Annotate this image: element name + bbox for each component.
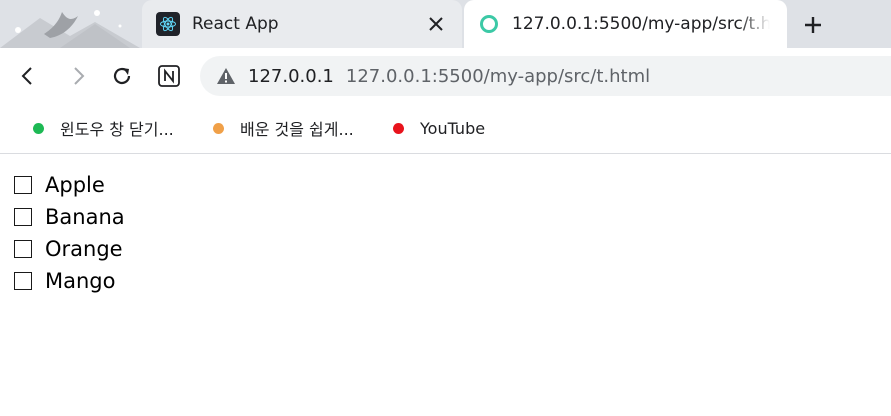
warning-icon[interactable] <box>216 66 236 86</box>
plus-icon <box>805 17 821 33</box>
fruit-checklist: Apple Banana Orange Mango <box>14 169 125 297</box>
notion-icon <box>158 65 180 87</box>
bookmark-item[interactable]: 윈도우 창 닫기... <box>33 117 174 139</box>
forward-arrow-icon <box>74 67 85 85</box>
fruit-item[interactable]: Orange <box>14 233 125 265</box>
notion-extension-button[interactable] <box>155 62 183 90</box>
back-button[interactable] <box>14 62 42 90</box>
new-tab-button[interactable] <box>798 10 828 40</box>
youtube-favicon-icon <box>393 122 404 134</box>
react-logo-icon <box>156 12 180 36</box>
back-arrow-icon <box>21 67 32 85</box>
close-tab-icon[interactable] <box>424 12 448 36</box>
fruit-label: Apple <box>45 173 105 197</box>
bookmark-label: YouTube <box>420 118 486 138</box>
tab-strip: React App 127.0.0.1:5500/my-app/src/t.ht… <box>0 0 891 48</box>
toolbar: 127.0.0.1 127.0.0.1:5500/my-app/src/t.ht… <box>0 48 891 104</box>
fruit-item[interactable]: Apple <box>14 169 125 201</box>
tab-active-page[interactable]: 127.0.0.1:5500/my-app/src/t.html <box>464 0 787 48</box>
bookmark-youtube[interactable]: YouTube <box>393 117 485 139</box>
fruit-label: Orange <box>45 237 123 261</box>
fruit-item[interactable]: Mango <box>14 265 125 297</box>
browser-theme-art <box>0 10 140 48</box>
address-bar[interactable]: 127.0.0.1 127.0.0.1:5500/my-app/src/t.ht… <box>200 56 891 96</box>
fruit-checkbox[interactable] <box>14 208 32 226</box>
fruit-label: Mango <box>45 269 116 293</box>
fruit-item[interactable]: Banana <box>14 201 125 233</box>
reload-button[interactable] <box>108 62 136 90</box>
fruit-checkbox[interactable] <box>14 240 32 258</box>
url-host-chip: 127.0.0.1 <box>248 65 334 87</box>
fruit-checkbox[interactable] <box>14 176 32 194</box>
tab-title: 127.0.0.1:5500/my-app/src/t.html <box>512 14 770 34</box>
fruit-checkbox[interactable] <box>14 272 32 290</box>
bookmarks-bar: 윈도우 창 닫기... 배운 것을 쉽게... YouTube <box>0 104 891 154</box>
reload-icon <box>113 67 131 85</box>
bookmark-label: 배운 것을 쉽게... <box>240 120 354 139</box>
fruit-label: Banana <box>45 205 125 229</box>
tab-title: React App <box>192 14 279 34</box>
bookmark-item[interactable]: 배운 것을 쉽게... <box>213 117 354 139</box>
bookmark-favicon-icon <box>33 122 44 134</box>
forward-button[interactable] <box>64 62 92 90</box>
loading-icon <box>480 15 498 33</box>
bookmark-favicon-icon <box>213 122 224 134</box>
url-text[interactable]: 127.0.0.1:5500/my-app/src/t.html <box>346 66 650 87</box>
tab-react-app[interactable]: React App <box>142 0 462 48</box>
bookmark-label: 윈도우 창 닫기... <box>60 120 174 139</box>
